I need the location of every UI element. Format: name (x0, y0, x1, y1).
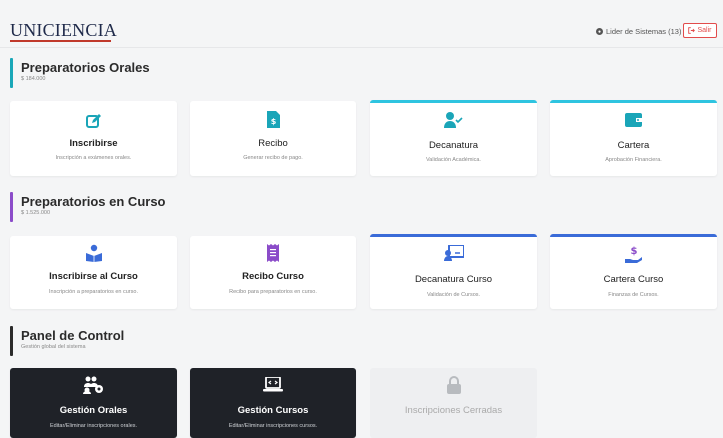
section-title: Panel de Control (21, 328, 125, 343)
card-description: Generar recibo de pago. (243, 155, 303, 161)
section-subtitle: $ 184.000 (21, 76, 46, 82)
reader-icon (10, 244, 177, 262)
card-title: Inscribirse al Curso (49, 271, 138, 282)
section-accent-bar (10, 58, 13, 88)
top-navbar: UNICIENCIA ● Lider de Sistemas (13) Sali… (0, 0, 723, 48)
card-title: Inscripciones Cerradas (404, 405, 503, 416)
card-description: Validación Académica. (426, 157, 481, 163)
laptop-code-icon (190, 377, 356, 392)
card-title: Cartera (617, 140, 650, 151)
card-title: Gestión Orales (59, 405, 128, 416)
card-description: Validación de Cursos. (426, 292, 481, 298)
user-icon: ● (596, 28, 603, 35)
card-decanatura-curso[interactable]: Decanatura Curso Validación de Cursos. (370, 234, 537, 309)
edit-icon (10, 113, 177, 129)
card-gestion-orales[interactable]: Gestión Orales Editar/Eliminar inscripci… (10, 368, 177, 438)
card-inscripciones-cerradas: Inscripciones Cerradas (370, 368, 537, 438)
section-accent-bar (10, 326, 13, 356)
card-gestion-cursos[interactable]: Gestión Cursos Editar/Eliminar inscripci… (190, 368, 356, 438)
card-inscribirse[interactable]: Inscribirse Inscripción a exámenes orale… (10, 101, 177, 176)
section-preparatorios-orales: Preparatorios Orales $ 184.000 (10, 58, 310, 90)
section-subtitle: $ 1.525.000 (21, 210, 51, 216)
brand-logo[interactable]: UNICIENCIA (10, 20, 117, 41)
card-description: Aprobación Financiera. (605, 157, 662, 163)
card-description: Inscripción a exámenes orales. (55, 155, 132, 161)
section-preparatorios-en-curso: Preparatorios en Curso $ 1.525.000 (10, 192, 310, 224)
user-label: Lider de Sistemas (13) (606, 27, 682, 36)
svg-text:$: $ (270, 117, 276, 126)
section-title: Preparatorios Orales (21, 60, 150, 75)
card-description: Editar/Eliminar inscripciones cursos. (228, 423, 318, 429)
section-subtitle: Gestión global del sistema (21, 344, 86, 350)
card-title: Decanatura Curso (414, 274, 493, 285)
logout-label: Salir (697, 27, 712, 34)
card-description: Finanzas de Cursos. (608, 292, 659, 298)
card-title: Recibo Curso (242, 271, 304, 282)
card-title: Inscribirse (69, 138, 118, 149)
svg-text:$: $ (630, 246, 637, 257)
card-description: Inscripción a preparatorios en curso. (49, 289, 138, 295)
card-inscribirse-al-curso[interactable]: Inscribirse al Curso Inscripción a prepa… (10, 236, 177, 309)
hand-dollar-icon: $ (550, 245, 717, 263)
receipt-icon (190, 244, 356, 262)
user-info: ● Lider de Sistemas (13) (596, 27, 681, 36)
wallet-icon (550, 112, 717, 127)
card-title: Recibo (258, 138, 288, 149)
card-recibo[interactable]: $ Recibo Generar recibo de pago. (190, 101, 356, 176)
invoice-icon: $ (190, 111, 356, 128)
card-recibo-curso[interactable]: Recibo Curso Recibo para preparatorios e… (190, 236, 356, 309)
section-accent-bar (10, 192, 13, 222)
users-cog-icon (10, 376, 177, 394)
card-title: Cartera Curso (603, 274, 664, 285)
section-panel-de-control: Panel de Control Gestión global del sist… (10, 326, 310, 358)
sign-out-icon (688, 27, 696, 34)
card-title: Gestión Cursos (237, 405, 309, 416)
card-cartera[interactable]: Cartera Aprobación Financiera. (550, 100, 717, 176)
brand-underline (10, 40, 111, 42)
user-check-icon (370, 112, 537, 128)
card-decanatura[interactable]: Decanatura Validación Académica. (370, 100, 537, 176)
card-title: Decanatura (428, 140, 479, 151)
lock-icon (370, 376, 537, 394)
card-description: Recibo para preparatorios en curso. (229, 289, 317, 295)
logout-button[interactable]: Salir (683, 23, 717, 38)
card-description: Editar/Eliminar inscripciones orales. (49, 423, 138, 429)
teacher-icon (370, 245, 537, 261)
card-cartera-curso[interactable]: $ Cartera Curso Finanzas de Cursos. (550, 234, 717, 309)
section-title: Preparatorios en Curso (21, 194, 166, 209)
